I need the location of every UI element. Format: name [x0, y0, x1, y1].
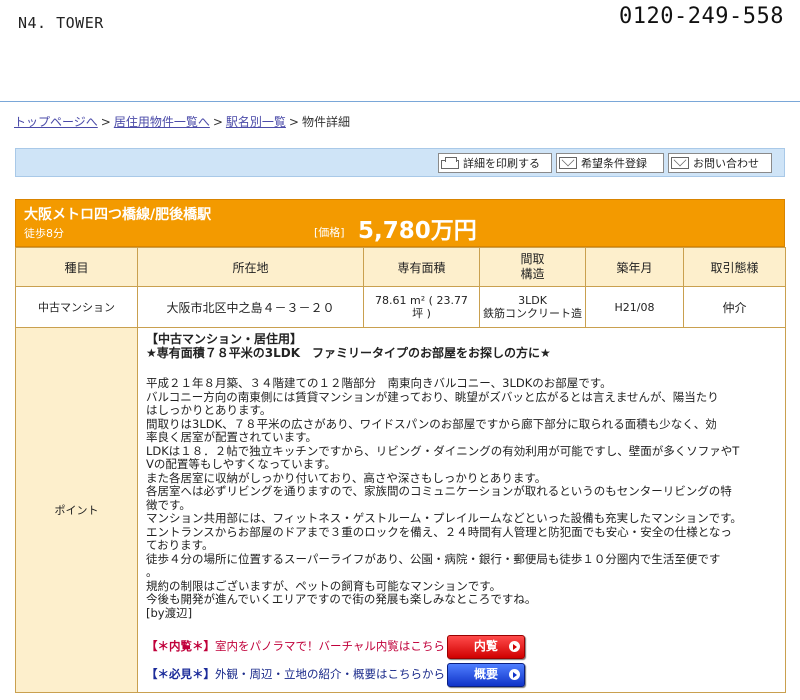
breadcrumb-separator: > [100, 115, 111, 129]
point-body-line: また各居室に収納がしっかり付いており、高さや深さもしっかりとあります。 [146, 470, 547, 485]
envelope-icon [671, 157, 689, 169]
overview-row: 【＊必見＊】外観・周辺・立地の紹介・概要はこちらから 概要 [146, 663, 779, 687]
point-title-line2: ★専有面積７８平米の3LDK ファミリータイプのお部屋をお探しの方に★ [146, 346, 551, 360]
virtual-tour-row: 【＊内覧＊】室内をパノラマで！バーチャル内覧はこちら 内覧 [146, 635, 779, 659]
cell-layout-structure: 3LDK 鉄筋コンクリート造 [479, 286, 586, 328]
breadcrumb-top-link[interactable]: トップページへ [14, 115, 98, 129]
cell-type: 中古マンション [15, 286, 138, 328]
printer-icon [441, 156, 459, 169]
cell-built-date: H21/08 [585, 286, 684, 328]
point-author: [by渡辺] [146, 605, 193, 620]
header-type: 種目 [15, 247, 138, 287]
header-transaction-type: 取引態様 [683, 247, 786, 287]
arrow-right-icon [508, 641, 520, 652]
cell-area: 78.61 m² ( 23.77 坪 ) [363, 286, 480, 328]
point-body-line: 間取りは3LDK、７８平米の広さがあり、ワイドスパンのお部屋ですから廊下部分に取… [146, 416, 717, 431]
point-body-line: 平成２１年８月築、３４階建ての１２階部分 南東向きバルコニー、3LDKのお部屋で… [146, 376, 612, 390]
point-body-line: ております。 [146, 538, 214, 552]
overview-text: 【＊必見＊】外観・周辺・立地の紹介・概要はこちらから [146, 668, 445, 682]
print-details-button[interactable]: 詳細を印刷する [438, 153, 552, 173]
virtual-tour-tag: 【＊内覧＊】 [146, 639, 215, 654]
walk-time: 徒歩8分 [24, 227, 64, 240]
point-body-line: 。 [146, 565, 158, 579]
phone-number: 0120-249-558 [619, 4, 784, 29]
table-header-row: 種目 所在地 専有面積 間取 構造 築年月 取引態様 [15, 247, 786, 287]
property-info-table: 種目 所在地 専有面積 間取 構造 築年月 取引態様 中古マンション 大阪市北区… [15, 247, 786, 693]
overview-button-label: 概要 [473, 667, 498, 682]
price-value: 5,780万円 [358, 218, 477, 244]
header-area: 専有面積 [363, 247, 480, 287]
overview-tag: 【＊必見＊】 [146, 667, 215, 682]
point-body-line: LDKは１８．２帖で独立キッチンですから、リビング・ダイニングの有効利用が可能で… [146, 443, 740, 458]
contact-button[interactable]: お問い合わせ [668, 153, 772, 173]
price-label: [価格] [314, 226, 345, 239]
point-body: 平成２１年８月築、３４階建ての１２階部分 南東向きバルコニー、3LDKのお部屋で… [146, 376, 779, 620]
point-body-line: マンション共用部には、フィットネス・ゲストルーム・プレイルームなどといった設備も… [146, 511, 742, 525]
contact-label: お問い合わせ [693, 157, 759, 170]
print-details-label: 詳細を印刷する [463, 157, 540, 170]
breadcrumb: トップページへ > 居住用物件一覧へ > 駅名別一覧 > 物件詳細 [14, 113, 350, 130]
overview-button[interactable]: 概要 [447, 663, 525, 687]
header-layout-structure: 間取 構造 [479, 247, 586, 287]
envelope-icon [559, 157, 577, 169]
point-label: ポイント [15, 327, 138, 693]
station-name: 大阪メトロ四つ橋線/肥後橋駅 [24, 207, 212, 223]
breadcrumb-separator: > [212, 115, 223, 129]
point-body-line: バルコニー方向の南東側には賃貸マンションが建っており、眺望がズバッと広がるとは言… [146, 389, 719, 404]
cell-transaction-type: 仲介 [683, 286, 786, 328]
point-body-line: 率良く居室が配置されています。 [146, 430, 318, 444]
brand-logo-text[interactable]: N4. TOWER [18, 14, 104, 32]
virtual-tour-text: 【＊内覧＊】室内をパノラマで！バーチャル内覧はこちら [146, 640, 445, 654]
header-built-date: 築年月 [585, 247, 684, 287]
point-body-line: 各居室へは必ずリビングを通りますので、家族間のコミュニケーションが取れるというの… [146, 484, 732, 498]
point-content: 【中古マンション・居住用】 ★専有面積７８平米の3LDK ファミリータイプのお部… [137, 327, 786, 693]
header-address: 所在地 [137, 247, 364, 287]
breadcrumb-residential-list-link[interactable]: 居住用物件一覧へ [114, 115, 210, 129]
virtual-tour-description: 室内をパノラマで！バーチャル内覧はこちら [215, 639, 445, 654]
site-header: N4. TOWER 0120-249-558 [0, 0, 800, 100]
point-title-line1: 【中古マンション・居住用】 [146, 332, 303, 346]
virtual-tour-button[interactable]: 内覧 [446, 635, 525, 659]
cell-address: 大阪市北区中之島４－３－２０ [137, 286, 364, 328]
point-body-line: 規約の制限はございますが、ペットの飼育も可能なマンションです。 [146, 578, 502, 593]
arrow-right-icon [509, 669, 520, 680]
point-body-line: 今後も開発が進んでいくエリアですので街の発展も楽しみなところですね。 [146, 592, 537, 606]
point-row: ポイント 【中古マンション・居住用】 ★専有面積７８平米の3LDK ファミリータ… [15, 327, 786, 693]
point-body-line: エントランスからお部屋のドアまで３重のロックを備え、２４時間有人管理と防犯面でも… [146, 524, 732, 539]
virtual-tour-button-label: 内覧 [473, 639, 498, 654]
table-row: 中古マンション 大阪市北区中之島４－３－２０ 78.61 m² ( 23.77 … [15, 286, 786, 328]
breadcrumb-station-list-link[interactable]: 駅名別一覧 [226, 115, 286, 129]
header-divider [0, 101, 800, 102]
overview-description: 外観・周辺・立地の紹介・概要はこちらから [215, 667, 445, 682]
point-body-line: 徒歩４分の場所に位置するスーパーライフがあり、公園・病院・銀行・郵便局も徒歩１０… [146, 551, 721, 566]
point-body-line: Vの配置等もしやすくなっています。 [146, 457, 337, 471]
point-body-line: 徴です。 [146, 497, 191, 512]
property-title-bar: 大阪メトロ四つ橋線/肥後橋駅 徒歩8分 [価格] 5,780万円 [15, 199, 785, 247]
register-preferences-label: 希望条件登録 [581, 157, 647, 170]
breadcrumb-separator: > [288, 115, 299, 129]
breadcrumb-current: 物件詳細 [301, 115, 350, 129]
point-body-line: はしっかりとあります。 [146, 403, 272, 417]
action-toolbar: 詳細を印刷する 希望条件登録 お問い合わせ [15, 148, 785, 177]
register-preferences-button[interactable]: 希望条件登録 [556, 153, 664, 173]
